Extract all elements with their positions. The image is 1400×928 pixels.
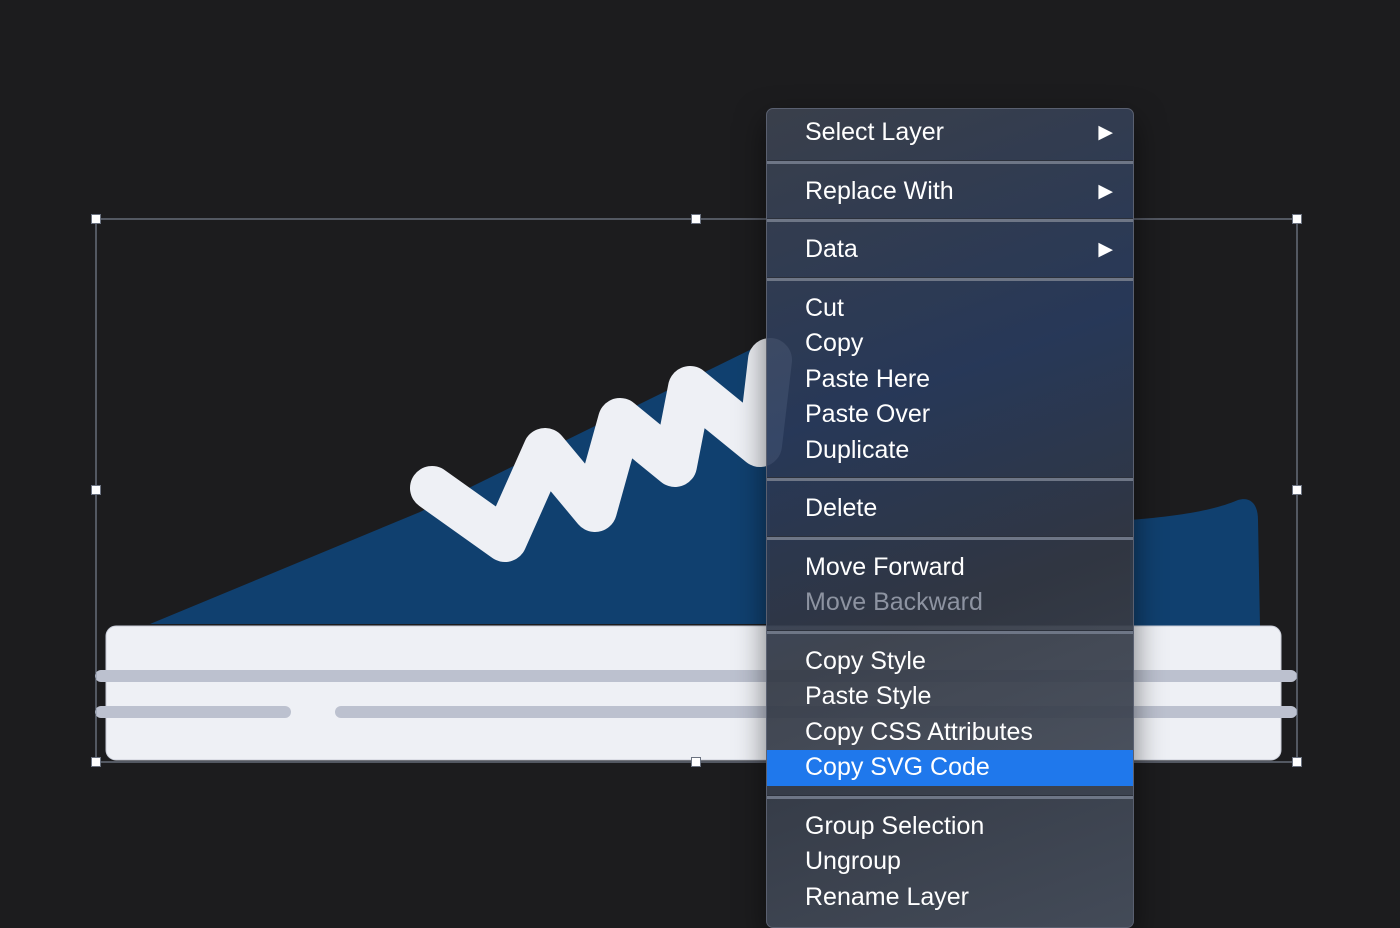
menu-item-paste-style[interactable]: Paste Style: [767, 679, 1133, 715]
menu-item-label: Paste Style: [805, 682, 932, 710]
submenu-arrow-icon: ▶: [1098, 122, 1113, 143]
submenu-arrow-icon: ▶: [1098, 239, 1113, 260]
menu-item-label: Copy Style: [805, 646, 926, 675]
menu-item-data[interactable]: Data ▶: [767, 232, 1133, 268]
menu-item-move-forward[interactable]: Move Forward: [767, 550, 1133, 586]
menu-item-label: Copy: [805, 329, 864, 357]
menu-item-label: Move Forward: [805, 552, 965, 581]
resize-handle-top-left[interactable]: [91, 214, 101, 224]
menu-item-label: Select Layer: [805, 118, 944, 146]
menu-item-label: Ungroup: [805, 847, 901, 875]
menu-item-ungroup[interactable]: Ungroup: [767, 844, 1133, 880]
menu-separator: [767, 535, 1133, 540]
menu-separator: [767, 276, 1133, 281]
menu-item-paste-over[interactable]: Paste Over: [767, 397, 1133, 433]
menu-item-label: Data: [805, 235, 858, 263]
menu-item-duplicate[interactable]: Duplicate: [767, 433, 1133, 469]
menu-separator: [767, 629, 1133, 634]
menu-item-delete[interactable]: Delete: [767, 491, 1133, 527]
menu-item-copy-svg-code[interactable]: Copy SVG Code: [767, 750, 1133, 786]
resize-handle-bottom-right[interactable]: [1292, 757, 1302, 767]
menu-item-label: Paste Over: [805, 400, 931, 428]
menu-item-paste-here[interactable]: Paste Here: [767, 362, 1133, 398]
submenu-arrow-icon: ▶: [1098, 180, 1113, 202]
menu-item-label: Paste Here: [805, 364, 931, 393]
menu-item-label: Group Selection: [805, 811, 985, 840]
menu-item-label: Replace With: [805, 176, 954, 205]
menu-item-label: Copy SVG Code: [805, 753, 990, 781]
menu-item-label: Duplicate: [805, 435, 910, 464]
menu-item-label: Rename Layer: [805, 882, 969, 911]
menu-item-move-backward: Move Backward: [767, 585, 1133, 621]
design-canvas[interactable]: [0, 0, 1400, 901]
menu-item-group-selection[interactable]: Group Selection: [767, 809, 1133, 845]
menu-item-label: Copy CSS Attributes: [805, 717, 1033, 746]
menu-separator: [767, 159, 1133, 164]
menu-item-rename-layer[interactable]: Rename Layer: [767, 880, 1133, 916]
menu-item-cut[interactable]: Cut: [767, 291, 1133, 327]
menu-item-label: Move Backward: [805, 588, 983, 616]
menu-separator: [767, 477, 1133, 481]
menu-item-label: Delete: [805, 494, 878, 522]
menu-item-copy[interactable]: Copy: [767, 326, 1133, 362]
menu-item-copy-style[interactable]: Copy Style: [767, 644, 1133, 680]
menu-item-select-layer[interactable]: Select Layer ▶: [767, 115, 1133, 151]
context-menu: Select Layer ▶ Replace With ▶ Data ▶ Cut Copy Pa…: [766, 108, 1134, 928]
menu-item-copy-css-attributes[interactable]: Copy CSS Attributes: [767, 715, 1133, 751]
resize-handle-bottom-left[interactable]: [91, 757, 101, 767]
menu-separator: [767, 218, 1133, 222]
menu-separator: [767, 794, 1133, 799]
resize-handle-right[interactable]: [1292, 485, 1302, 495]
resize-handle-top-right[interactable]: [1292, 214, 1302, 224]
resize-handle-left[interactable]: [91, 485, 101, 495]
shoe-heel: [1130, 499, 1260, 626]
resize-handle-bottom[interactable]: [691, 757, 701, 767]
resize-handle-top[interactable]: [691, 214, 701, 224]
menu-item-label: Cut: [805, 293, 844, 322]
menu-item-replace-with[interactable]: Replace With ▶: [767, 174, 1133, 210]
